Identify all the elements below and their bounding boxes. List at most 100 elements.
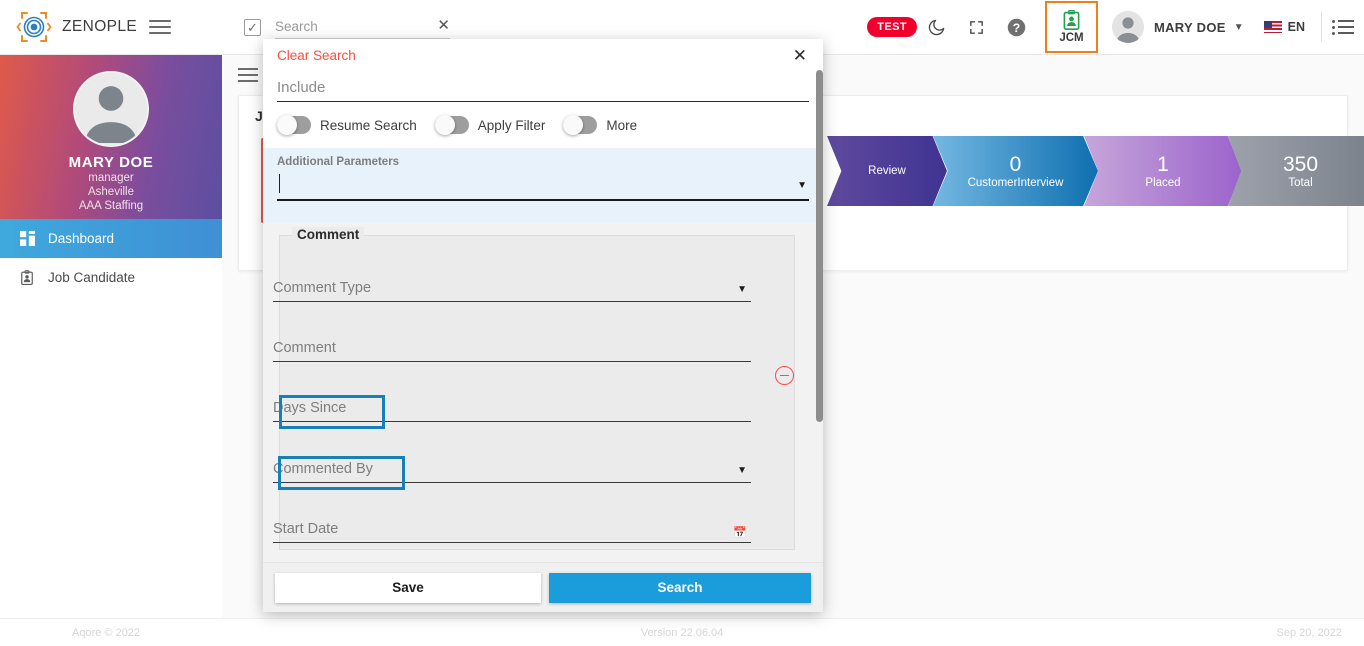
fullscreen-icon[interactable]	[957, 0, 997, 55]
search-input[interactable]	[275, 15, 450, 39]
app-root: ZENOPLE ✓ ✕ TEST ?	[0, 0, 1364, 646]
toggle-apply-filter[interactable]: Apply Filter	[434, 115, 546, 135]
sidebar-toggle-icon[interactable]	[149, 16, 172, 38]
sidebar-item-label: Dashboard	[48, 231, 115, 246]
dark-mode-icon[interactable]	[917, 0, 957, 55]
field-label: Comment	[273, 340, 336, 356]
toggle-label: Resume Search	[320, 117, 417, 133]
pipeline-funnel: Review 0 CustomerInterview 1 Placed 350 …	[827, 136, 1364, 206]
field-underline	[273, 542, 751, 543]
dashboard-icon	[16, 231, 38, 246]
include-label: Include	[277, 79, 326, 96]
chevron-down-icon[interactable]: ▼	[737, 284, 747, 295]
test-badge[interactable]: TEST	[867, 17, 917, 37]
field-label: Commented By	[273, 461, 373, 477]
funnel-label: CustomerInterview	[967, 176, 1064, 189]
zenople-logo-icon	[16, 9, 52, 45]
toggle-switch[interactable]	[277, 115, 311, 135]
search-checkbox[interactable]: ✓	[244, 18, 261, 36]
field-label: Comment Type	[273, 280, 372, 296]
user-name[interactable]: MARY DOE	[1154, 20, 1226, 35]
page-footer: Aqore © 2022 Version 22.06.04 Sep 20, 20…	[0, 618, 1364, 646]
sidebar-profile-card: MARY DOE manager Asheville AAA Staffing	[0, 55, 222, 219]
funnel-value: 350	[1282, 152, 1319, 176]
sidebar-item-label: Job Candidate	[48, 270, 136, 285]
jcm-button[interactable]: JCM	[1044, 1, 1098, 53]
help-icon[interactable]: ?	[997, 0, 1037, 55]
modal-footer: Save Search	[263, 562, 823, 612]
modal-scrollbar-thumb[interactable]	[816, 70, 823, 422]
minus-circle-icon[interactable]	[775, 366, 794, 385]
funnel-value: 0	[1009, 152, 1022, 176]
chevron-down-icon[interactable]: ▼	[737, 465, 747, 476]
additional-parameters-field: Additional Parameters ▼	[263, 148, 823, 223]
list-view-icon[interactable]	[1332, 17, 1354, 38]
toggle-switch[interactable]	[563, 115, 598, 135]
funnel-label: Total	[1288, 176, 1313, 189]
additional-parameters-input[interactable]: ▼	[277, 171, 809, 201]
funnel-label: Placed	[1145, 176, 1181, 189]
sidebar-item-job-candidate[interactable]: Job Candidate	[0, 258, 222, 297]
brand-area: ZENOPLE	[0, 0, 222, 55]
field-commented-by[interactable]: Commented By ▼	[273, 461, 751, 483]
comment-legend: Comment	[292, 227, 365, 242]
funnel-label: Review	[868, 165, 906, 177]
funnel-value: 1	[1157, 152, 1169, 176]
funnel-step-total[interactable]: 350 Total	[1228, 136, 1364, 206]
field-label: Start Date	[273, 521, 339, 537]
include-field: Include	[263, 71, 823, 102]
funnel-step-placed[interactable]: 1 Placed	[1084, 136, 1242, 206]
sidebar-avatar	[73, 71, 149, 147]
toggle-label: More	[606, 117, 638, 133]
sidebar-profile-city: Asheville	[87, 186, 135, 198]
footer-copyright: Aqore © 2022	[72, 626, 141, 639]
footer-version: Version 22.06.04	[640, 626, 724, 639]
calendar-icon[interactable]: 📅	[733, 526, 747, 539]
clear-search-button[interactable]: Clear Search	[277, 48, 356, 63]
field-underline	[273, 482, 751, 483]
svg-text:?: ?	[1013, 20, 1020, 34]
save-button[interactable]: Save	[275, 572, 541, 603]
sidebar-item-dashboard[interactable]: Dashboard	[0, 219, 222, 258]
modal-close-icon[interactable]: ✕	[793, 47, 807, 64]
user-avatar[interactable]	[1111, 11, 1144, 43]
sidebar: MARY DOE manager Asheville AAA Staffing …	[0, 55, 222, 618]
language-code[interactable]: EN	[1288, 20, 1305, 34]
field-comment[interactable]: Comment	[273, 340, 751, 362]
field-days-since[interactable]: Days Since	[273, 400, 751, 422]
additional-parameters-spacer	[277, 201, 809, 223]
search-button[interactable]: Search	[549, 572, 811, 603]
field-label: Days Since	[273, 400, 347, 416]
modal-header: Clear Search ✕	[263, 39, 823, 71]
field-comment-type[interactable]: Comment Type ▼	[273, 280, 751, 302]
modal-toggles: Resume Search Apply Filter More	[263, 102, 823, 148]
toggle-label: Apply Filter	[477, 117, 546, 133]
field-underline	[273, 361, 751, 362]
chevron-down-icon[interactable]: ▼	[797, 180, 807, 191]
search-clear-icon[interactable]: ✕	[437, 17, 450, 35]
header-divider	[1321, 12, 1322, 42]
sidebar-profile-company: AAA Staffing	[78, 200, 144, 212]
modal-body: Comment Comment Type ▼ Comment Days Sinc…	[263, 223, 823, 562]
funnel-step-customerinterview[interactable]: 0 CustomerInterview	[933, 136, 1098, 206]
field-start-date[interactable]: Start Date 📅	[273, 521, 751, 543]
jcm-label: JCM	[1059, 32, 1084, 44]
text-cursor	[279, 174, 280, 193]
sidebar-profile-name: MARY DOE	[68, 154, 154, 171]
global-search-zone: ✓ ✕	[244, 15, 450, 39]
us-flag-icon	[1263, 21, 1282, 33]
header-actions: TEST ? JCM MARY DOE ▼ EN	[867, 0, 1364, 55]
id-badge-icon	[1063, 10, 1080, 30]
advanced-search-modal: Clear Search ✕ Include Resume Search App…	[263, 39, 823, 612]
funnel-step-review[interactable]: Review	[827, 136, 947, 206]
additional-parameters-label: Additional Parameters	[277, 156, 400, 168]
footer-date: Sep 20, 2022	[1276, 626, 1342, 639]
sidebar-profile-role: manager	[88, 172, 134, 184]
brand-name: ZENOPLE	[62, 18, 138, 35]
field-underline	[273, 421, 751, 422]
content-menu-icon[interactable]	[238, 64, 258, 86]
toggle-switch[interactable]	[434, 115, 469, 135]
toggle-resume-search[interactable]: Resume Search	[277, 115, 417, 135]
toggle-more[interactable]: More	[563, 115, 638, 135]
user-menu-chevron-down-icon[interactable]: ▼	[1234, 22, 1244, 33]
